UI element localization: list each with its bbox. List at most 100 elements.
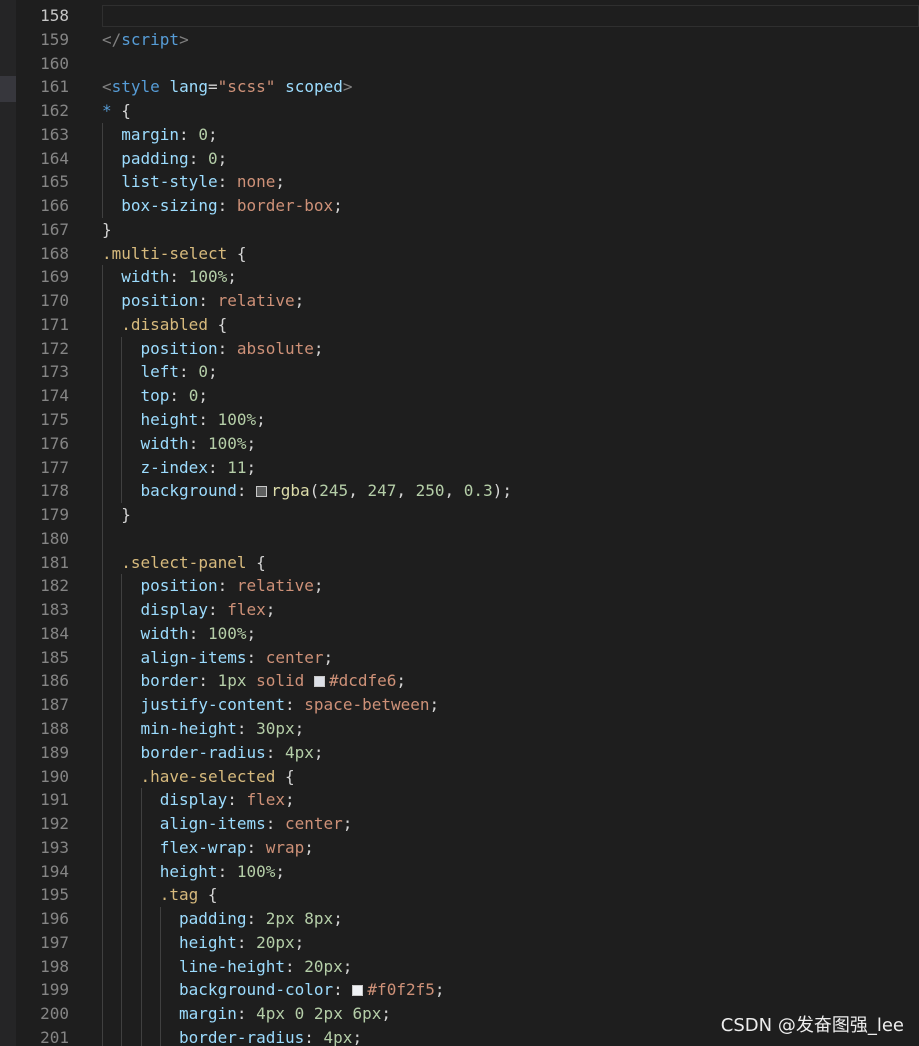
- code-line[interactable]: 189 border-radius: 4px;: [16, 740, 919, 765]
- code-line[interactable]: 199 background-color: #f0f2f5;: [16, 978, 919, 1003]
- code-token: }: [121, 505, 131, 525]
- code-token: :: [217, 338, 237, 358]
- code-line[interactable]: 183 display: flex;: [16, 598, 919, 622]
- code-token: :: [246, 909, 266, 929]
- code-token: 100%: [188, 267, 228, 287]
- code-line[interactable]: 161 <style lang="scss" scoped>: [16, 75, 919, 99]
- code-line[interactable]: 178 background: rgba(245, 247, 250, 0.3);: [16, 479, 919, 504]
- code-line[interactable]: 188 min-height: 30px;: [16, 716, 919, 741]
- code-line[interactable]: 184 width: 100%;: [16, 621, 919, 646]
- code-token: :: [265, 814, 285, 834]
- code-line[interactable]: 166 box-sizing: border-box;: [16, 194, 919, 218]
- code-line[interactable]: 160: [16, 52, 919, 76]
- code-line[interactable]: 177 z-index: 11;: [16, 455, 919, 480]
- line-number: 159: [40, 29, 69, 49]
- code-token: 4px: [323, 1027, 353, 1046]
- line-number: 201: [40, 1027, 69, 1046]
- code-line[interactable]: 180: [16, 526, 919, 551]
- code-line[interactable]: 197 height: 20px;: [16, 930, 919, 955]
- code-text: height: 100%;: [141, 408, 266, 432]
- code-token: :: [217, 861, 237, 881]
- code-token: 4px: [285, 742, 314, 762]
- line-number: 173: [40, 362, 69, 382]
- indent-guide: [102, 1002, 103, 1026]
- indent-guide: [102, 550, 103, 575]
- code-text: padding: 0;: [121, 147, 227, 171]
- code-text: margin: 0;: [121, 123, 217, 147]
- code-token: ;: [207, 124, 218, 144]
- color-swatch[interactable]: [352, 985, 364, 997]
- code-token: box-sizing: [121, 196, 218, 216]
- code-line[interactable]: 190 .have-selected {: [16, 764, 919, 789]
- code-line[interactable]: 170 position: relative;: [16, 289, 919, 313]
- code-line[interactable]: 193 flex-wrap: wrap;: [16, 835, 919, 860]
- code-token: :: [246, 837, 266, 857]
- indent-guide: [102, 883, 103, 908]
- color-swatch[interactable]: [313, 676, 325, 688]
- code-text: .multi-select {: [102, 242, 247, 266]
- indent-guide: [102, 574, 103, 599]
- code-line[interactable]: 174 top: 0;: [16, 384, 919, 409]
- code-line[interactable]: 172 position: absolute;: [16, 336, 919, 361]
- code-line[interactable]: 169 width: 100%;: [16, 265, 919, 290]
- code-line[interactable]: 195 .tag {: [16, 883, 919, 908]
- code-line[interactable]: 192 align-items: center;: [16, 812, 919, 836]
- code-token: ;: [342, 956, 353, 976]
- code-editor[interactable]: 158 159 </script> 160 161 <style lang="scss" …: [0, 0, 919, 1046]
- code-token: border-box: [236, 196, 334, 216]
- code-token: ;: [429, 695, 440, 715]
- code-line[interactable]: 191 display: flex;: [16, 788, 919, 813]
- code-area[interactable]: 158 159 </script> 160 161 <style lang="scss" …: [16, 0, 919, 1046]
- indent-guide: [121, 740, 123, 765]
- indent-guide: [102, 716, 103, 741]
- code-token: top: [140, 386, 170, 406]
- indent-guide: [159, 930, 161, 955]
- code-token: 20px: [304, 956, 343, 976]
- indent-guide: [140, 1025, 142, 1046]
- code-line[interactable]: 194 height: 100%;: [16, 859, 919, 884]
- code-line[interactable]: 179}: [16, 503, 919, 527]
- indent-guide: [159, 907, 161, 931]
- code-line[interactable]: 175 height: 100%;: [16, 408, 919, 432]
- code-line[interactable]: 158: [16, 4, 919, 28]
- code-line[interactable]: 164 padding: 0;: [16, 146, 919, 171]
- code-line[interactable]: 198 line-height: 20px;: [16, 954, 919, 979]
- code-line[interactable]: 167}: [16, 218, 919, 242]
- code-token: ;: [333, 909, 343, 929]
- code-token: ;: [294, 932, 305, 952]
- code-line[interactable]: 185 align-items: center;: [16, 645, 919, 670]
- code-token: ;: [333, 196, 343, 216]
- indent-guide: [102, 384, 103, 409]
- code-token: padding: [121, 148, 189, 168]
- indent-guide: [121, 978, 123, 1003]
- code-line[interactable]: 168 .multi-select {: [16, 242, 919, 266]
- code-line[interactable]: 163 margin: 0;: [16, 122, 919, 147]
- code-line[interactable]: 173 left: 0;: [16, 360, 919, 385]
- code-line[interactable]: 171 .disabled {: [16, 312, 919, 337]
- indent-guide: [121, 621, 123, 646]
- code-token: :: [265, 742, 286, 762]
- indent-guide: [140, 1002, 142, 1026]
- code-token: border-radius: [179, 1027, 305, 1046]
- line-number: 187: [40, 695, 69, 715]
- code-line[interactable]: 159 </script>: [16, 28, 919, 52]
- code-text: background: rgba(245, 247, 250, 0.3);: [141, 479, 512, 503]
- code-line[interactable]: 176 width: 100%;: [16, 431, 919, 456]
- code-text: <style lang="scss" scoped>: [102, 75, 353, 99]
- code-line[interactable]: 182 position: relative;: [16, 574, 919, 599]
- code-line[interactable]: 196 padding: 2px 8px;: [16, 907, 919, 931]
- code-line[interactable]: 187 justify-content: space-between;: [16, 693, 919, 717]
- indent-guide: [121, 954, 123, 979]
- code-token: ;: [275, 172, 286, 192]
- code-text: align-items: center;: [160, 812, 353, 836]
- line-number: 193: [40, 837, 69, 857]
- color-swatch[interactable]: [256, 486, 268, 498]
- code-token: :: [236, 718, 257, 738]
- code-line[interactable]: 162 * {: [16, 99, 919, 123]
- code-line[interactable]: 186 border: 1px solid #dcdfe6;: [16, 669, 919, 694]
- code-line[interactable]: 181 .select-panel {: [16, 550, 919, 575]
- code-lines[interactable]: 158 159 </script> 160 161 <style lang="scss" …: [16, 4, 919, 1046]
- code-line[interactable]: 165 list-style: none;: [16, 170, 919, 195]
- code-token: ;: [246, 433, 257, 453]
